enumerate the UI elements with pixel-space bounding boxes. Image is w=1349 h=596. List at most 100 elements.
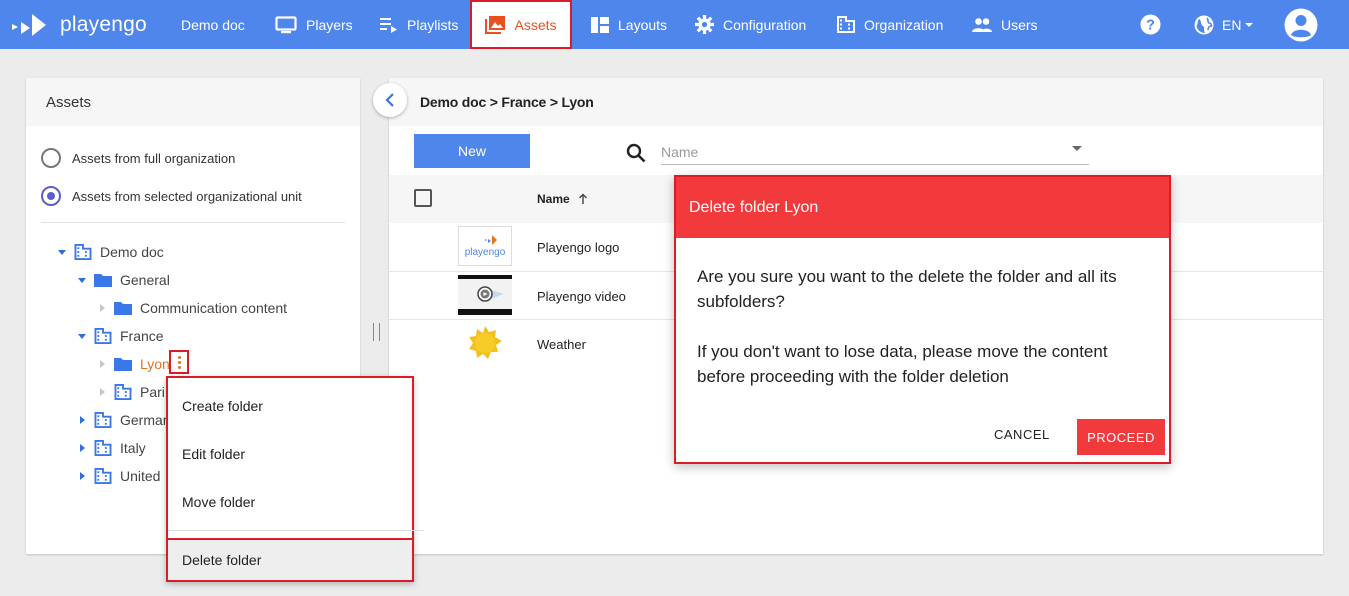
search-icon xyxy=(626,143,646,163)
monitor-icon xyxy=(275,15,297,33)
new-asset-button[interactable]: New xyxy=(414,134,530,168)
caret-down-icon[interactable] xyxy=(76,277,88,283)
caret-right-icon[interactable] xyxy=(96,360,108,368)
chevron-down-icon xyxy=(1245,22,1254,27)
nav-demo-doc-label: Demo doc xyxy=(181,16,245,33)
dialog-title: Delete folder Lyon xyxy=(676,177,1169,238)
sort-ascending-icon xyxy=(578,193,587,204)
tree-node-united[interactable]: United xyxy=(76,466,160,486)
help-icon: ? xyxy=(1140,14,1161,35)
brand-name: playengo xyxy=(60,13,147,36)
building-icon xyxy=(114,384,132,400)
nav-users-label: Users xyxy=(1001,16,1038,33)
folder-icon xyxy=(94,274,112,287)
menu-item-edit-folder[interactable]: Edit folder xyxy=(182,446,245,462)
select-all-checkbox[interactable] xyxy=(414,189,432,207)
nav-assets[interactable]: Assets xyxy=(470,0,572,49)
asset-name[interactable]: Weather xyxy=(537,337,586,352)
tree-node-demo-doc[interactable]: Demo doc xyxy=(56,242,164,262)
menu-item-delete-folder[interactable]: Delete folder xyxy=(166,538,414,582)
nav-players-label: Players xyxy=(306,16,353,33)
tree-node-label: Demo doc xyxy=(100,244,164,260)
language-selector[interactable]: EN xyxy=(1194,0,1254,49)
nav-layouts-label: Layouts xyxy=(618,16,668,33)
menu-item-create-folder[interactable]: Create folder xyxy=(182,398,263,414)
account-avatar-icon xyxy=(1284,8,1318,41)
nav-playlists[interactable]: Playlists xyxy=(380,0,458,49)
column-header-name[interactable]: Name xyxy=(537,192,588,206)
tree-node-general[interactable]: General xyxy=(76,270,170,290)
tree-node-italy[interactable]: Italy xyxy=(76,438,146,458)
assets-panel-title: Assets xyxy=(26,78,360,126)
video-thumbnail xyxy=(458,275,512,315)
layout-icon xyxy=(591,16,609,33)
content-header: Demo doc > France > Lyon xyxy=(389,78,1323,126)
nav-players[interactable]: Players xyxy=(275,0,353,49)
nav-organization[interactable]: Organization xyxy=(837,0,943,49)
caret-right-icon[interactable] xyxy=(96,304,108,312)
users-icon xyxy=(972,17,992,32)
building-icon xyxy=(94,412,112,428)
radio-full-organization-label: Assets from full organization xyxy=(72,150,236,166)
nav-organization-label: Organization xyxy=(864,16,944,33)
nav-assets-label: Assets xyxy=(514,16,557,33)
nav-configuration-label: Configuration xyxy=(723,16,807,33)
name-search-input[interactable] xyxy=(661,140,1089,165)
nav-demo-doc[interactable]: Demo doc xyxy=(181,0,245,49)
language-label: EN xyxy=(1222,16,1242,33)
collapse-panel-button[interactable] xyxy=(373,83,407,117)
nav-layouts[interactable]: Layouts xyxy=(591,0,667,49)
tree-node-germany[interactable]: Germar xyxy=(76,410,167,430)
tree-node-label: General xyxy=(120,272,170,288)
caret-right-icon[interactable] xyxy=(76,472,88,480)
building-icon xyxy=(94,468,112,484)
tree-node-label-selected: Lyon xyxy=(140,356,170,372)
tree-node-france[interactable]: France xyxy=(76,326,164,346)
caret-down-icon[interactable] xyxy=(76,333,88,339)
menu-item-move-folder[interactable]: Move folder xyxy=(182,494,255,510)
dialog-message-confirm: Are you sure you want to the delete the … xyxy=(697,267,1117,311)
chevron-down-icon[interactable] xyxy=(1072,146,1082,151)
caret-down-icon[interactable] xyxy=(56,249,68,255)
tree-node-paris[interactable]: Pari xyxy=(96,382,165,402)
globe-icon xyxy=(1194,15,1214,34)
caret-right-icon[interactable] xyxy=(76,416,88,424)
caret-right-icon[interactable] xyxy=(76,444,88,452)
cancel-button[interactable]: CANCEL xyxy=(994,427,1050,442)
building-icon xyxy=(837,16,855,33)
nav-users[interactable]: Users xyxy=(972,0,1038,49)
caret-right-icon[interactable] xyxy=(96,388,108,396)
tree-node-label: Italy xyxy=(120,440,146,456)
tree-node-communication-content[interactable]: Communication content xyxy=(96,298,287,318)
tree-node-label: Pari xyxy=(140,384,165,400)
tree-node-label: Communication content xyxy=(140,300,288,316)
building-icon xyxy=(74,244,92,260)
playengo-logo[interactable]: playengo xyxy=(10,10,147,40)
help-button[interactable]: ? xyxy=(1140,0,1161,49)
nav-configuration[interactable]: Configuration xyxy=(695,0,806,49)
panel-resize-handle[interactable] xyxy=(373,323,380,341)
logo-thumbnail: playengo xyxy=(458,226,512,266)
breadcrumb: Demo doc > France > Lyon xyxy=(420,94,594,110)
svg-text:playengo: playengo xyxy=(465,247,506,258)
playengo-logo-icon xyxy=(12,14,46,36)
tree-node-label: United xyxy=(120,468,161,484)
dialog-message-warning: If you don't want to lose data, please m… xyxy=(697,342,1108,386)
radio-selected-unit[interactable]: Assets from selected organizational unit xyxy=(41,186,302,206)
folder-icon xyxy=(114,358,132,371)
proceed-button[interactable]: PROCEED xyxy=(1077,419,1165,455)
asset-name[interactable]: Playengo logo xyxy=(537,240,619,255)
radio-button-checked[interactable] xyxy=(41,186,61,206)
top-navigation-bar: playengo Demo doc Players Playlists Asse… xyxy=(0,0,1349,49)
account-button[interactable] xyxy=(1284,0,1318,49)
delete-folder-dialog: Delete folder Lyon Are you sure you want… xyxy=(674,175,1171,464)
menu-divider xyxy=(168,530,424,531)
tree-node-lyon[interactable]: Lyon xyxy=(96,354,170,374)
playlist-icon xyxy=(380,17,397,33)
nav-playlists-label: Playlists xyxy=(407,16,459,33)
asset-name[interactable]: Playengo video xyxy=(537,289,626,304)
radio-button-unchecked[interactable] xyxy=(41,148,61,168)
radio-full-organization[interactable]: Assets from full organization xyxy=(41,148,235,168)
tree-node-label: France xyxy=(120,328,164,344)
folder-options-button[interactable] xyxy=(169,350,189,374)
